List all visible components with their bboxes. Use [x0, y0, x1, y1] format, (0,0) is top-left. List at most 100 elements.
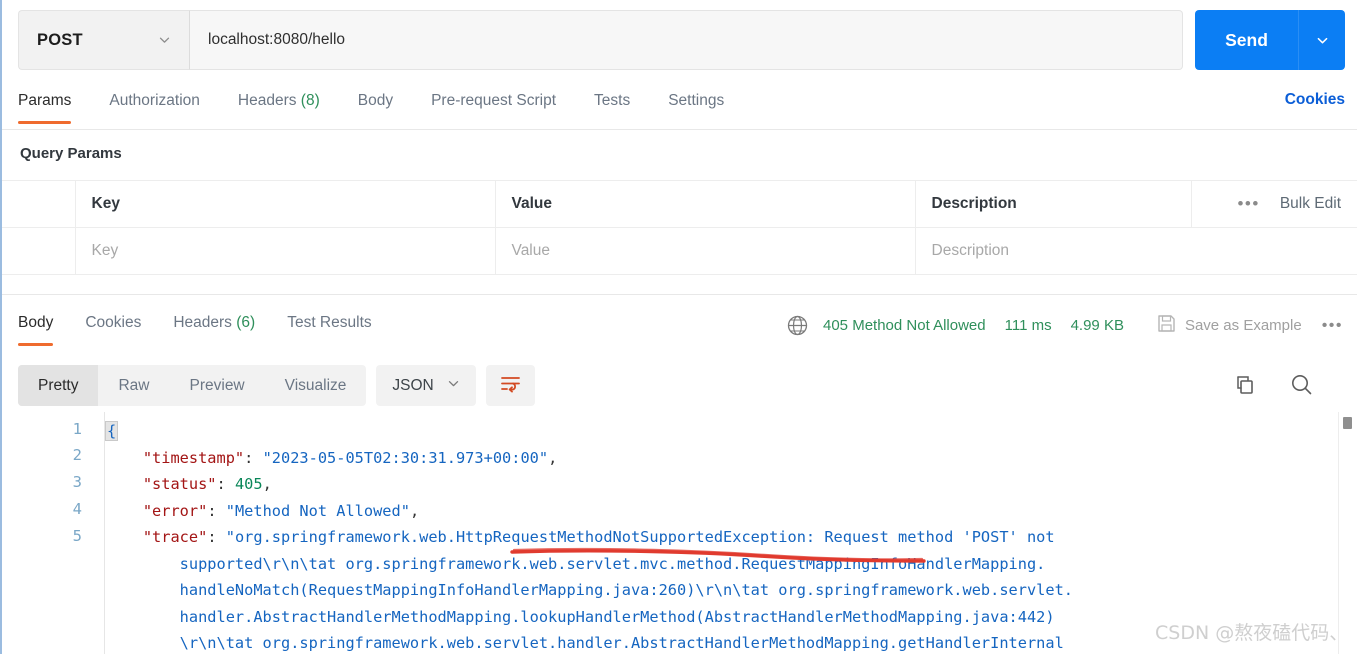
json-value-timestamp: "2023-05-05T02:30:31.973+00:00"	[262, 448, 549, 467]
tab-authorization-label: Authorization	[109, 92, 200, 109]
header-cell-description: Description	[931, 195, 1017, 212]
json-comma: ,	[409, 501, 420, 520]
header-cell-checkbox	[2, 180, 76, 228]
json-trace-wrap-line: handleNoMatch(RequestMappingInfoHandlerM…	[106, 581, 1073, 599]
header-cell-key: Key	[91, 195, 120, 212]
tab-headers[interactable]: Headers (8)	[238, 88, 320, 124]
json-key-trace: "trace"	[106, 528, 208, 546]
tab-response-cookies[interactable]: Cookies	[85, 310, 141, 346]
json-key-error: "error"	[106, 501, 208, 520]
send-button-group: Send	[1195, 10, 1345, 70]
tab-settings[interactable]: Settings	[668, 88, 724, 124]
line-number: 2	[72, 446, 82, 464]
code-scrollbar-thumb[interactable]	[1343, 417, 1352, 429]
view-mode-visualize[interactable]: Visualize	[265, 365, 367, 406]
json-key-status: "status"	[106, 475, 217, 493]
tab-settings-label: Settings	[668, 92, 725, 109]
header-cell-value: Value	[511, 195, 553, 212]
response-status: 405 Method Not Allowed	[823, 317, 986, 334]
tab-body[interactable]: Body	[358, 88, 393, 124]
query-params-table: Key Value Description ••• Bulk Edit Key …	[2, 180, 1357, 275]
param-description-input[interactable]: Description	[932, 242, 1010, 259]
param-key-input[interactable]: Key	[92, 242, 119, 259]
json-trace-wrap-line: handler.AbstractHandlerMethodMapping.loo…	[106, 607, 1055, 626]
save-as-example-label: Save as Example	[1184, 317, 1302, 334]
more-options-icon[interactable]: •••	[1237, 194, 1259, 214]
tab-response-headers-label: Headers	[173, 314, 232, 331]
tab-authorization[interactable]: Authorization	[109, 88, 199, 124]
view-mode-segmented-control: Pretty Raw Preview Visualize	[18, 365, 367, 406]
row-checkbox-cell[interactable]	[2, 227, 76, 275]
table-header-row: Key Value Description ••• Bulk Edit	[2, 180, 1357, 228]
response-more-options-icon[interactable]: •••	[1322, 317, 1343, 335]
save-as-example-button[interactable]: Save as Example	[1156, 313, 1302, 338]
tab-response-headers[interactable]: Headers (6)	[173, 310, 255, 346]
code-scrollbar-track[interactable]	[1338, 412, 1357, 654]
request-url-bar: POST localhost:8080/hello Send	[18, 10, 1345, 70]
response-format-label: JSON	[392, 376, 434, 394]
tab-headers-count: (8)	[300, 92, 320, 109]
tab-response-body-label: Body	[18, 314, 54, 331]
chevron-down-icon	[158, 34, 171, 47]
response-body-actions	[1232, 372, 1315, 398]
tab-test-results-label: Test Results	[287, 314, 372, 331]
json-key-timestamp: "timestamp"	[106, 448, 245, 467]
response-size: 4.99 KB	[1070, 317, 1124, 334]
divider-above-response	[2, 294, 1357, 295]
tab-pre-request-script[interactable]: Pre-request Script	[431, 88, 556, 124]
save-disk-icon	[1156, 313, 1177, 338]
bulk-edit-button[interactable]: Bulk Edit	[1280, 195, 1341, 213]
json-value-trace: "org.springframework.web.HttpRequestMeth…	[225, 528, 1055, 546]
view-mode-pretty[interactable]: Pretty	[18, 365, 99, 406]
line-number-gutter: 1 2 3 4 5	[2, 412, 105, 654]
json-colon: :	[216, 475, 235, 493]
copy-icon[interactable]	[1232, 373, 1257, 398]
line-number: 1	[72, 420, 82, 438]
cookies-link[interactable]: Cookies	[1285, 91, 1345, 109]
json-colon: :	[207, 528, 226, 546]
tab-tests[interactable]: Tests	[594, 88, 630, 124]
tab-params[interactable]: Params	[18, 88, 72, 124]
json-code-text[interactable]: { "timestamp": "2023-05-05T02:30:31.973+…	[104, 412, 1331, 654]
tab-test-results[interactable]: Test Results	[287, 310, 371, 346]
response-meta: 405 Method Not Allowed 111 ms 4.99 KB Sa…	[786, 313, 1343, 338]
json-value-error: "Method Not Allowed"	[225, 501, 410, 520]
json-colon: :	[244, 448, 263, 467]
response-tabs: Body Cookies Headers (6) Test Results	[18, 310, 404, 346]
view-mode-preview[interactable]: Preview	[170, 365, 265, 406]
send-button[interactable]: Send	[1195, 10, 1298, 70]
param-value-input[interactable]: Value	[512, 242, 551, 259]
view-mode-raw[interactable]: Raw	[98, 365, 169, 406]
tab-response-cookies-label: Cookies	[85, 314, 142, 331]
line-number: 3	[72, 473, 82, 491]
json-comma: ,	[548, 448, 558, 467]
divider-under-request-tabs	[2, 129, 1357, 130]
json-trace-wrap-line: \r\n\tat org.springframework.web.servlet…	[106, 634, 1064, 652]
postman-window: POST localhost:8080/hello Send Params Au…	[0, 0, 1357, 654]
wrap-lines-button[interactable]	[485, 365, 535, 406]
send-options-chevron-down-icon[interactable]	[1298, 10, 1345, 70]
tab-pre-request-script-label: Pre-request Script	[431, 92, 557, 109]
tab-headers-label: Headers	[237, 92, 297, 109]
wrap-lines-icon	[499, 372, 522, 400]
tab-params-label: Params	[18, 92, 72, 109]
response-body-toolbar: Pretty Raw Preview Visualize JSON	[18, 365, 535, 406]
tab-response-body[interactable]: Body	[18, 310, 54, 346]
http-method-label: POST	[37, 30, 83, 49]
tab-body-label: Body	[357, 92, 394, 109]
query-params-title: Query Params	[20, 145, 122, 162]
line-number: 4	[72, 500, 82, 518]
response-format-selector[interactable]: JSON	[376, 365, 476, 406]
chevron-down-icon	[447, 377, 460, 395]
json-comma: ,	[262, 475, 272, 493]
json-brace-open: {	[104, 421, 119, 441]
search-icon[interactable]	[1289, 372, 1315, 398]
response-body-code[interactable]: 1 2 3 4 5 { "timestamp": "2023-05-05T02:…	[2, 412, 1357, 654]
globe-icon	[786, 314, 809, 337]
request-tabs: Params Authorization Headers (8) Body Pr…	[18, 88, 1345, 128]
response-time: 111 ms	[1004, 317, 1052, 334]
json-trace-wrap-line: supported\r\n\tat org.springframework.we…	[106, 554, 1046, 573]
http-method-selector[interactable]: POST	[18, 10, 190, 70]
url-input[interactable]: localhost:8080/hello	[190, 10, 1183, 70]
table-row: Key Value Description	[2, 227, 1357, 275]
